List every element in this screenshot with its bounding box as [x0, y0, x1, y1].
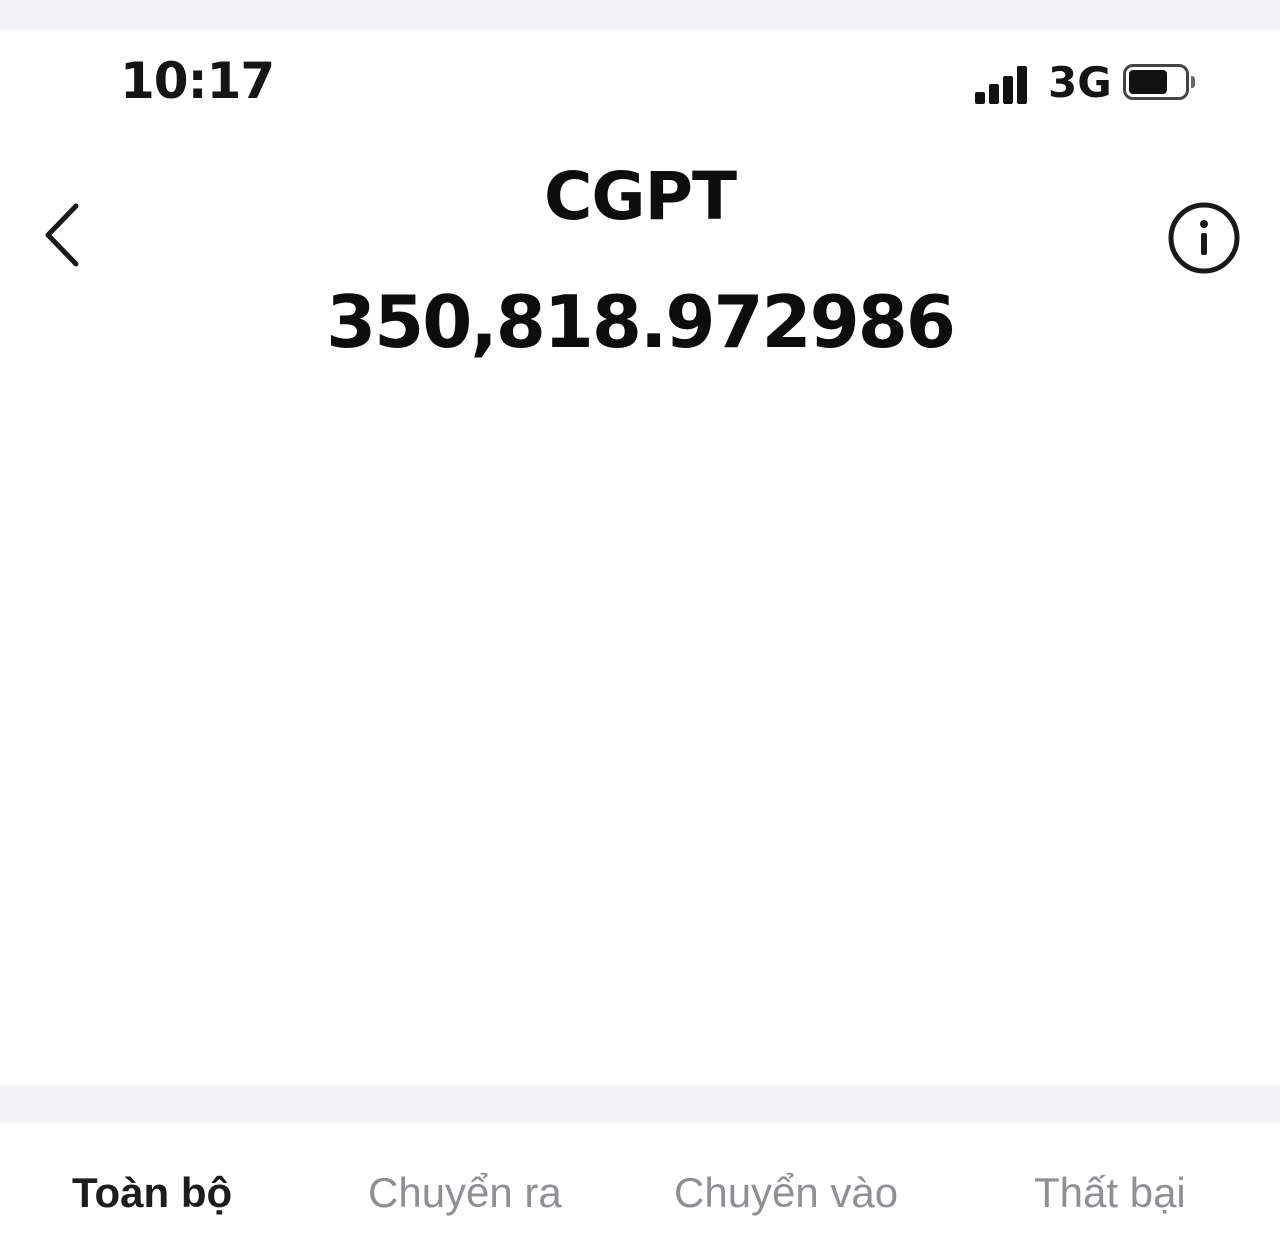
tab-transfer-out[interactable]: Chuyển ra: [368, 1169, 562, 1217]
status-time: 10:17: [120, 52, 275, 110]
transaction-filter-tabs: Toàn bộ Chuyển ra Chuyển vào Thất bại: [0, 1123, 1280, 1258]
top-strip: [0, 0, 1280, 30]
signal-icon: [975, 64, 1035, 104]
tab-all[interactable]: Toàn bộ: [72, 1169, 232, 1217]
battery-icon: [1123, 64, 1195, 100]
status-bar: 10:17 3G: [0, 30, 1280, 140]
transaction-list-area: [0, 500, 1280, 1085]
coin-name: CGPT: [543, 158, 737, 235]
info-button[interactable]: [1166, 200, 1242, 276]
section-divider: [0, 1085, 1280, 1123]
header: CGPT 350,818.972986: [0, 140, 1280, 500]
info-icon: [1168, 202, 1240, 274]
network-type: 3G: [1048, 58, 1112, 107]
tab-failed[interactable]: Thất bại: [1034, 1169, 1186, 1217]
tab-transfer-in[interactable]: Chuyển vào: [674, 1169, 898, 1217]
balance-amount: 350,818.972986: [326, 280, 956, 364]
